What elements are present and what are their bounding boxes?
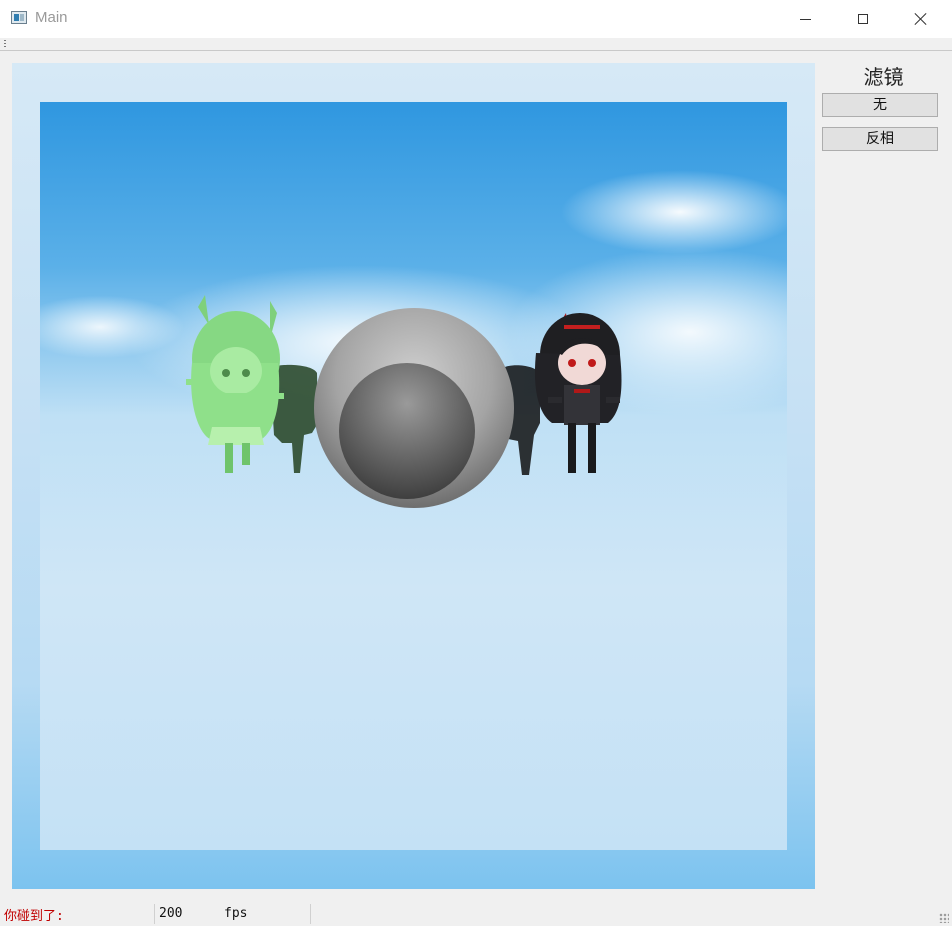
- filter-none-button[interactable]: 无: [822, 93, 938, 117]
- green-character: [186, 295, 284, 473]
- app-window-icon: [11, 11, 27, 24]
- maximize-button[interactable]: [834, 0, 892, 38]
- gray-sphere: [314, 308, 514, 508]
- resize-grip-icon[interactable]: [939, 913, 949, 923]
- minimize-icon: [799, 18, 811, 20]
- title-bar: Main: [0, 0, 952, 38]
- close-icon: [914, 12, 928, 26]
- filter-panel: 滤镜 无 反相: [815, 51, 952, 901]
- close-button[interactable]: [892, 0, 950, 38]
- status-separator: [310, 904, 311, 924]
- dark-character: [534, 313, 622, 473]
- filter-invert-button[interactable]: 反相: [822, 127, 938, 151]
- fps-unit: fps: [224, 906, 248, 921]
- window-title: Main: [35, 9, 68, 26]
- scene-objects: [186, 295, 622, 508]
- filter-title: 滤镜: [863, 65, 904, 89]
- fps-value: 200: [159, 906, 183, 921]
- maximize-icon: [858, 14, 868, 24]
- toolbar-strip: [0, 38, 952, 51]
- collision-status-label: 你碰到了:: [4, 909, 64, 924]
- minimize-button[interactable]: [776, 0, 834, 38]
- status-separator: [154, 904, 155, 924]
- status-bar: 你碰到了: 200 fps: [0, 901, 952, 926]
- toolbar-grip-icon[interactable]: [4, 40, 6, 48]
- render-viewport[interactable]: [12, 63, 815, 889]
